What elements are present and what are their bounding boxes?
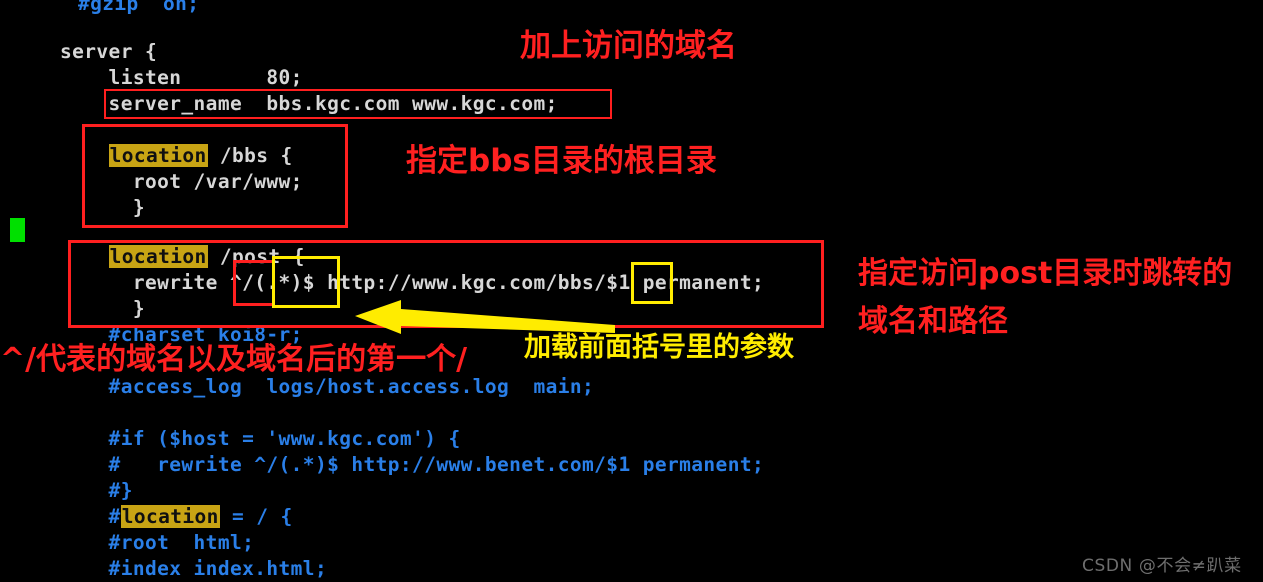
- indent-text: [60, 245, 109, 268]
- code-line-listen: listen 80;: [60, 66, 303, 89]
- terminal-cursor: [10, 218, 25, 242]
- code-line-location-root: #location = / {: [60, 504, 293, 530]
- code-line-root-var-www: root /var/www;: [60, 170, 303, 193]
- code-line-close-post: }: [60, 297, 145, 320]
- location-path-text: /bbs {: [207, 144, 293, 167]
- csdn-watermark: CSDN @不会≠趴菜: [1082, 556, 1242, 576]
- code-line-location-bbs: location /bbs {: [60, 143, 293, 169]
- code-line-access-log: #access_log logs/host.access.log main;: [60, 375, 595, 398]
- code-line-rewrite-benet: # rewrite ^/(.*)$ http://www.benet.com/$…: [60, 453, 765, 476]
- code-line-close-bbs: }: [60, 196, 145, 219]
- location-keyword-highlight: location: [108, 144, 208, 167]
- location-keyword-highlight: location: [120, 505, 220, 528]
- indent-text: [60, 144, 109, 167]
- annotation-server-name: 加上访问的域名: [520, 28, 737, 64]
- code-line-server-name: server_name bbs.kgc.com www.kgc.com;: [60, 92, 558, 115]
- code-line-gzip: #gzip on;: [78, 0, 200, 15]
- code-line-location-post: location /post {: [60, 244, 305, 270]
- code-line-server: server {: [60, 40, 158, 63]
- annotation-post-redirect-line2: 域名和路径: [858, 304, 1008, 339]
- location-path-text: = / {: [219, 505, 293, 528]
- code-line-index-html: #index index.html;: [60, 557, 328, 580]
- terminal-screenshot: #gzip on; server { listen 80; server_nam…: [0, 0, 1263, 582]
- annotation-bbs-root: 指定bbs目录的根目录: [406, 143, 717, 179]
- location-keyword-highlight: location: [108, 245, 208, 268]
- code-line-rewrite: rewrite ^/(.*)$ http://www.kgc.com/bbs/$…: [60, 271, 765, 294]
- code-line-root-html: #root html;: [60, 531, 255, 554]
- annotation-post-redirect-line1: 指定访问post目录时跳转的: [858, 256, 1233, 291]
- annotation-caret-slash: ^/代表的域名以及域名后的第一个/: [0, 342, 468, 377]
- location-path-text: /post {: [207, 245, 305, 268]
- code-line-close-if: #}: [60, 479, 133, 502]
- annotation-capture-group: 加载前面括号里的参数: [524, 332, 794, 363]
- code-line-if-host: #if ($host = 'www.kgc.com') {: [60, 427, 461, 450]
- indent-text: #: [60, 505, 121, 528]
